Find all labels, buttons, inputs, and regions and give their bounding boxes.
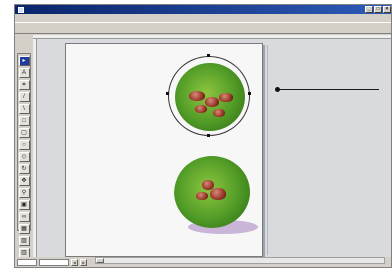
horizontal-scrollbar[interactable] — [95, 257, 385, 264]
selection-handle[interactable] — [166, 92, 169, 95]
pasteboard-guide — [267, 45, 268, 255]
box-tool[interactable]: □ — [18, 116, 30, 126]
zoom-tool[interactable]: ⚲ — [18, 188, 30, 198]
beetle — [210, 188, 226, 200]
menu-bar — [15, 14, 391, 22]
diagonal-line-tool[interactable]: \ — [18, 104, 30, 114]
zoom-field[interactable] — [17, 259, 37, 266]
pointer-tool[interactable]: ▸ — [18, 56, 30, 66]
document-canvas[interactable] — [33, 35, 391, 257]
rounded-box-tool[interactable]: ▢ — [18, 128, 30, 138]
pasteboard-line[interactable] — [279, 89, 379, 90]
toolbar — [15, 22, 391, 34]
minimize-button[interactable]: _ — [365, 6, 373, 13]
tool-palette: ▸ A ⌗ / \ □ ▢ ○ ◇ ↻ ✥ ⚲ ▣ ∞ ▦ ▨ ▥ — [17, 53, 31, 258]
oval-tool[interactable]: ○ — [18, 140, 30, 150]
picture-tool[interactable]: ▨ — [18, 236, 30, 246]
horizontal-ruler[interactable] — [33, 35, 391, 39]
page-number-field[interactable] — [39, 259, 69, 266]
vertical-ruler[interactable] — [33, 39, 37, 257]
beetle — [196, 192, 208, 200]
beetle — [195, 105, 207, 113]
title-bar[interactable]: _ □ × — [15, 5, 391, 14]
window-controls: _ □ × — [365, 6, 391, 13]
close-button[interactable]: × — [383, 6, 391, 13]
document-page[interactable] — [65, 43, 263, 257]
link-tool[interactable]: ∞ — [18, 212, 30, 222]
beetle-photo-top[interactable] — [168, 56, 250, 136]
crop-tool[interactable]: ⌗ — [18, 80, 30, 90]
line-tool[interactable]: / — [18, 92, 30, 102]
polygon-tool[interactable]: ◇ — [18, 152, 30, 162]
frame-tool[interactable]: ▣ — [18, 200, 30, 210]
scroll-thumb[interactable] — [96, 258, 104, 263]
beetle — [205, 97, 219, 107]
application-window: _ □ × ▸A⌗/\□▢○◇↻✥⚲▣∞▦▨▥ — [14, 4, 392, 268]
text-tool[interactable]: A — [18, 68, 30, 78]
beetle — [213, 109, 225, 117]
beetle-photo-bottom[interactable] — [174, 154, 254, 234]
rotate-tool[interactable]: ↻ — [18, 164, 30, 174]
status-bar: ◂ ▸ — [15, 257, 95, 267]
beetle — [189, 91, 205, 101]
beetle — [219, 93, 233, 102]
selection-handle[interactable] — [248, 92, 251, 95]
app-icon[interactable] — [18, 6, 24, 13]
selection-handle[interactable] — [207, 54, 210, 57]
maximize-button[interactable]: □ — [374, 6, 382, 13]
prev-page-button[interactable]: ◂ — [71, 259, 78, 266]
selection-handle[interactable] — [207, 134, 210, 137]
next-page-button[interactable]: ▸ — [80, 259, 87, 266]
grabber-tool[interactable]: ✥ — [18, 176, 30, 186]
table-tool[interactable]: ▦ — [18, 224, 30, 234]
